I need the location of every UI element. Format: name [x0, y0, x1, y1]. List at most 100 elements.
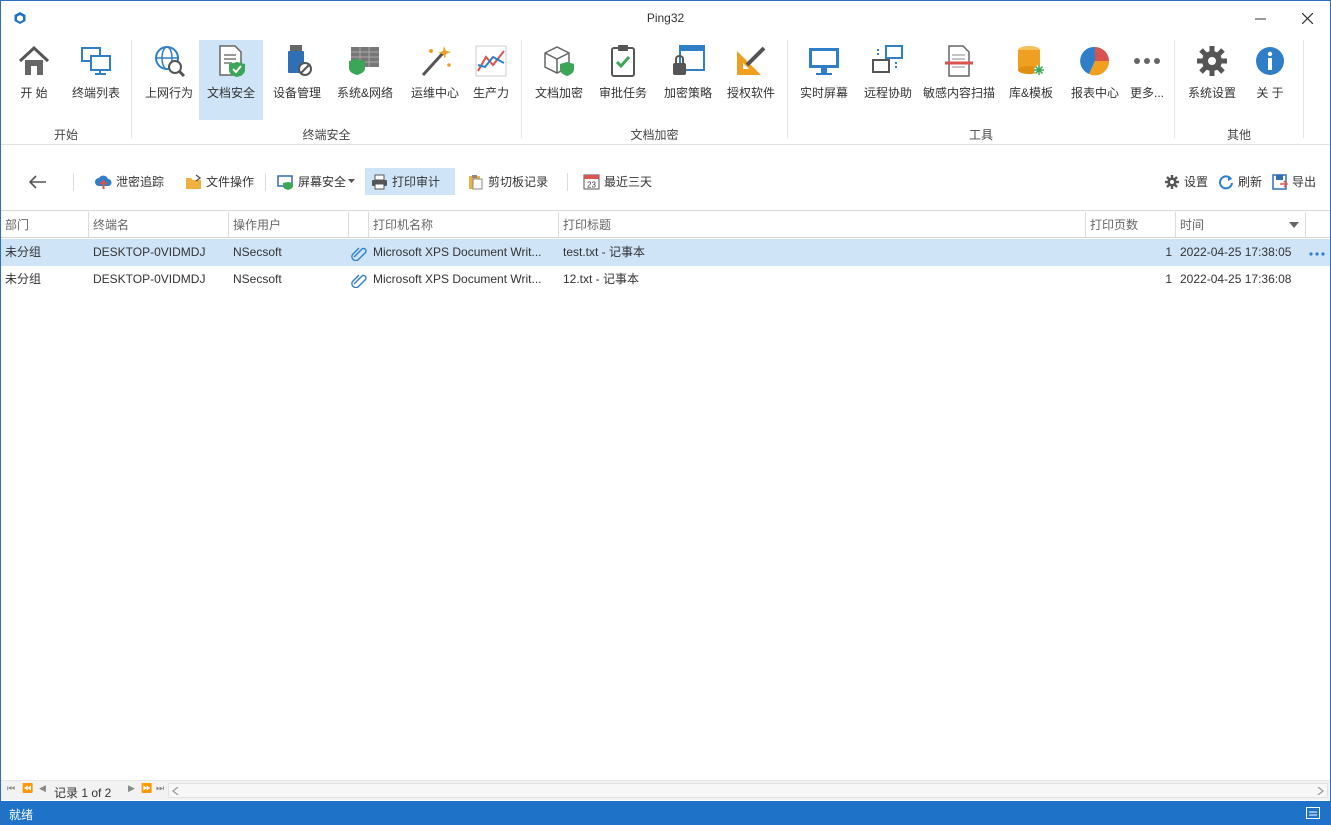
ribbon-group-label: 其他	[1226, 128, 1251, 142]
prev-page-group-icon[interactable]: ⏪	[22, 783, 33, 794]
ribbon-sensitive-scan-button[interactable]: 敏感内容扫描	[921, 40, 997, 120]
sub-toolbar: 泄密追踪 文件操作 屏幕安全 打印审计 剪切板记录 23 最近三天 设置 刷新 …	[1, 153, 1330, 211]
column-header-terminal[interactable]: 终端名	[89, 212, 229, 238]
ribbon-encrypt-policy-button[interactable]: 加密策略	[659, 40, 717, 120]
ribbon-device-management-button[interactable]: 设备管理	[267, 40, 327, 120]
ribbon-separator	[1174, 40, 1175, 138]
folder-icon	[186, 173, 202, 189]
export-button[interactable]: 导出	[1266, 168, 1322, 195]
cell-attachment[interactable]	[349, 266, 371, 293]
column-header-print-title[interactable]: 打印标题	[559, 212, 1086, 238]
calendar-icon: 23	[583, 174, 600, 190]
ribbon-document-security-button[interactable]: 文档安全	[199, 40, 263, 120]
minimize-icon	[1254, 18, 1266, 19]
status-panel-icon[interactable]	[1306, 807, 1320, 819]
last-three-days-button[interactable]: 23 最近三天	[577, 168, 658, 195]
table-row[interactable]: 未分组 DESKTOP-0VIDMDJ NSecsoft Microsoft X…	[1, 239, 1330, 266]
column-header-attachment[interactable]	[349, 212, 369, 238]
ribbon-library-template-button[interactable]: 库&模板	[1003, 40, 1059, 120]
caret-down-icon	[348, 179, 356, 183]
minimize-button[interactable]	[1237, 1, 1283, 35]
ribbon-separator	[1303, 40, 1304, 138]
ribbon-productivity-button[interactable]: 生产力	[467, 40, 515, 120]
column-header-time[interactable]: 时间	[1176, 212, 1306, 238]
ribbon-report-center-button[interactable]: 报表中心	[1065, 40, 1125, 120]
licensed-software-icon	[737, 46, 766, 75]
ribbon-home-button[interactable]: 开 始	[9, 40, 59, 120]
horizontal-scrollbar[interactable]	[168, 783, 1328, 798]
column-header-department[interactable]: 部门	[1, 212, 89, 238]
clipboard-record-button[interactable]: 剪切板记录	[461, 168, 554, 195]
cell-user: NSecsoft	[233, 245, 282, 259]
ribbon-system-network-button[interactable]: 系统&网络	[333, 40, 397, 120]
screen-shield-icon	[277, 174, 293, 190]
file-operation-button[interactable]: 文件操作	[179, 168, 260, 195]
print-audit-table: 部门 终端名 操作用户 打印机名称 打印标题 打印页数 时间 未分组 DESKT…	[1, 212, 1330, 780]
ribbon-terminal-list-button[interactable]: 终端列表	[65, 40, 127, 120]
ribbon-licensed-software-button[interactable]: 授权软件	[723, 40, 779, 120]
last-page-icon[interactable]: ⏭	[156, 783, 164, 794]
first-page-icon[interactable]: ⏮	[7, 783, 15, 794]
sort-descending-icon	[1289, 222, 1299, 228]
ribbon-system-settings-button[interactable]: 系统设置	[1183, 40, 1241, 120]
ribbon-approval-task-button[interactable]: 审批任务	[595, 40, 651, 120]
toolbar-separator	[265, 173, 266, 191]
record-counter: 记录 1 of 2	[54, 786, 112, 800]
encrypt-policy-icon	[673, 45, 705, 75]
scroll-left-icon	[172, 787, 179, 795]
ribbon-about-button[interactable]: 关 于	[1247, 40, 1293, 120]
next-page-group-icon[interactable]: ⏩	[141, 783, 152, 794]
productivity-icon	[475, 45, 507, 77]
column-header-printer[interactable]: 打印机名称	[369, 212, 559, 238]
ribbon-separator	[521, 40, 522, 138]
screen-security-dropdown[interactable]: 屏幕安全	[271, 168, 361, 195]
refresh-button[interactable]: 刷新	[1212, 168, 1268, 195]
toolbar-separator	[567, 173, 568, 191]
settings-button[interactable]: 设置	[1158, 168, 1214, 195]
ribbon-realtime-screen-button[interactable]: 实时屏幕	[795, 40, 853, 120]
ribbon-more-button[interactable]: 更多...	[1127, 40, 1167, 120]
cell-print-title: test.txt - 记事本	[563, 245, 646, 259]
leak-tracking-button[interactable]: 泄密追踪	[89, 168, 170, 195]
title-bar: Ping32	[1, 1, 1330, 35]
ribbon-remote-assist-button[interactable]: 远程协助	[859, 40, 917, 120]
gear-icon	[1165, 174, 1179, 189]
terminal-list-icon	[81, 47, 111, 75]
sensitive-scan-icon	[945, 45, 973, 77]
row-more-button[interactable]	[1306, 239, 1330, 266]
next-page-icon[interactable]: ▶	[128, 783, 135, 794]
svg-text:23: 23	[587, 181, 596, 190]
document-security-icon	[219, 45, 245, 77]
ribbon-ops-center-button[interactable]: 运维中心	[405, 40, 465, 120]
ribbon-group-label: 终端安全	[302, 128, 351, 142]
ribbon-web-behavior-button[interactable]: 上网行为	[139, 40, 199, 120]
pager: ⏮ ⏪ ◀ 记录 1 of 2 ▶ ⏩ ⏭	[1, 780, 1330, 800]
table-row[interactable]: 未分组 DESKTOP-0VIDMDJ NSecsoft Microsoft X…	[1, 266, 1330, 293]
prev-page-icon[interactable]: ◀	[39, 783, 46, 794]
cell-department: 未分组	[5, 272, 42, 286]
cell-time: 2022-04-25 17:36:08	[1180, 272, 1292, 286]
ribbon-separator	[787, 40, 788, 138]
cell-print-title: 12.txt - 记事本	[563, 272, 640, 286]
remote-assist-icon	[872, 45, 903, 73]
print-audit-button[interactable]: 打印审计	[365, 168, 455, 195]
more-icon	[1134, 58, 1160, 64]
close-icon	[1301, 12, 1313, 24]
column-header-user[interactable]: 操作用户	[229, 212, 349, 238]
doc-encrypt-icon	[544, 46, 574, 76]
cloud-upload-icon	[95, 175, 112, 189]
ops-center-icon	[421, 46, 451, 77]
back-button[interactable]	[23, 168, 57, 195]
cell-attachment[interactable]	[349, 239, 371, 266]
ribbon-group-label: 开始	[53, 128, 78, 142]
paperclip-icon	[351, 247, 367, 262]
ribbon-doc-encrypt-button[interactable]: 文档加密	[529, 40, 589, 120]
system-network-icon	[349, 47, 379, 75]
cell-time: 2022-04-25 17:38:05	[1180, 245, 1292, 259]
app-logo-icon	[14, 12, 26, 24]
export-icon	[1272, 173, 1288, 190]
report-center-icon	[1080, 46, 1110, 76]
refresh-icon	[1219, 174, 1233, 189]
close-button[interactable]	[1284, 1, 1330, 35]
column-header-pages[interactable]: 打印页数	[1086, 212, 1176, 238]
